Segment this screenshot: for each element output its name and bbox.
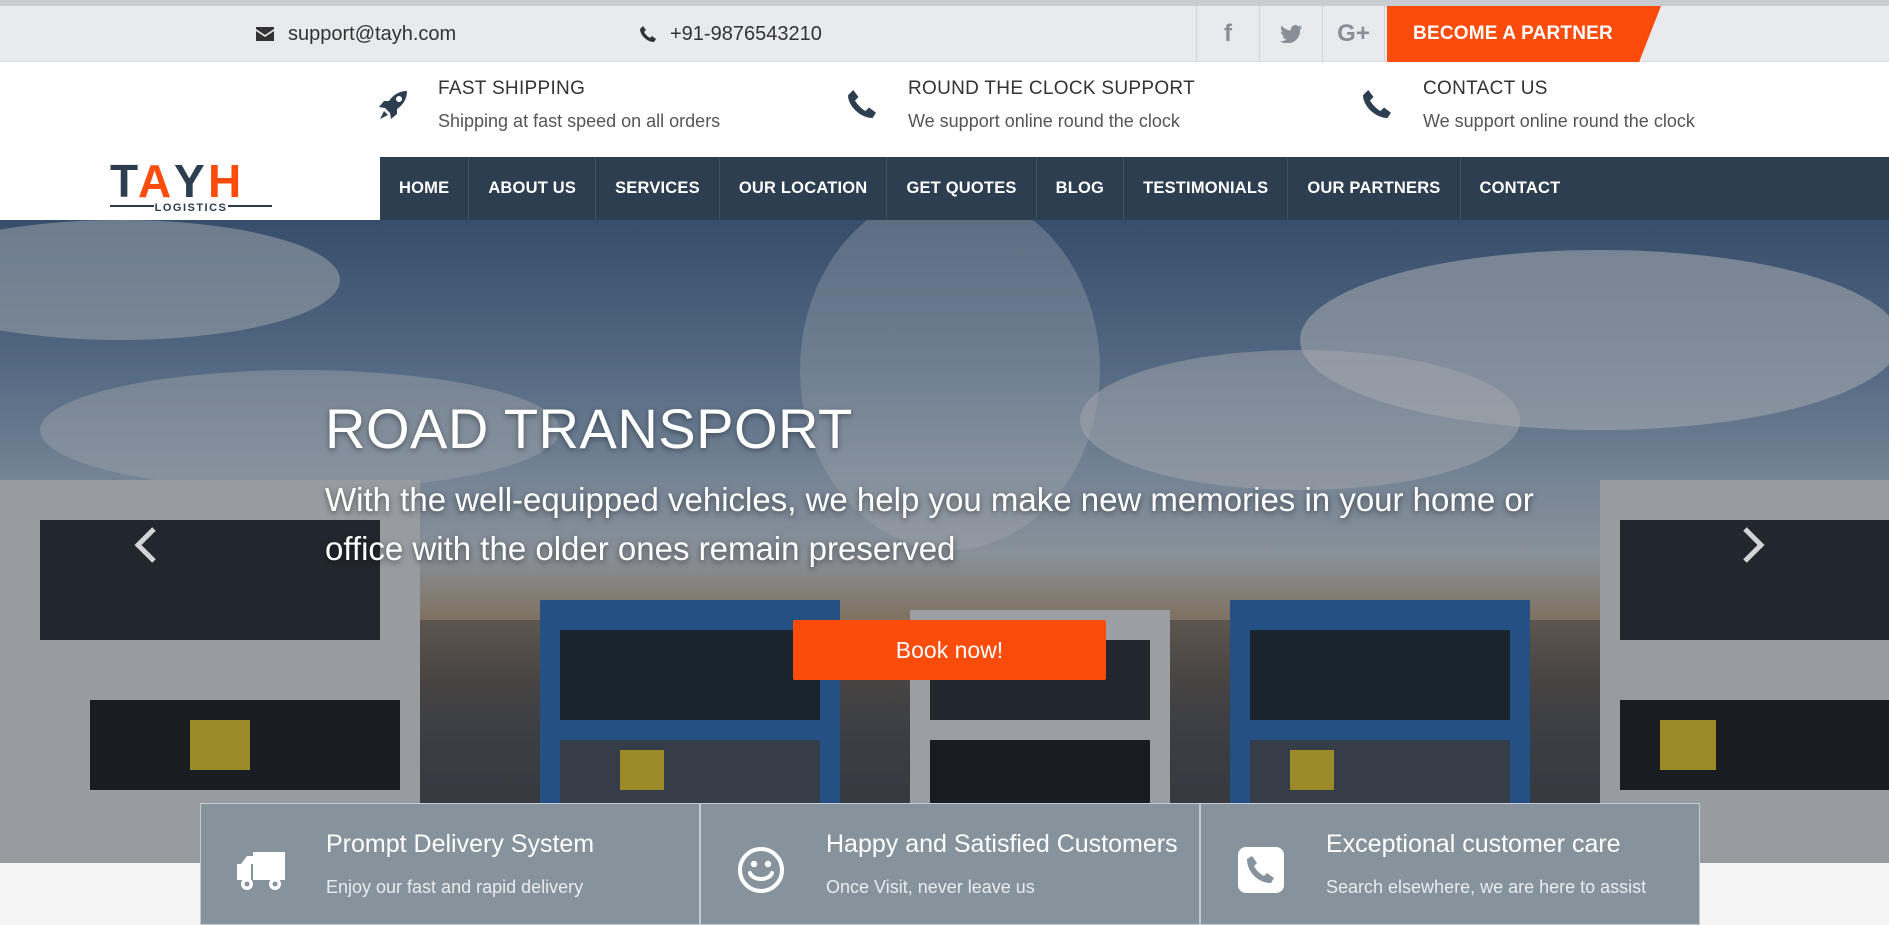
facebook-icon[interactable]: f: [1196, 6, 1259, 62]
phone-square-icon: [1231, 840, 1291, 900]
social-links: f G+: [1196, 6, 1385, 62]
info-fast-shipping: FAST SHIPPING Shipping at fast speed on …: [378, 78, 720, 132]
nav-home[interactable]: HOME: [380, 157, 470, 220]
top-bar: support@tayh.com +91-9876543210 f G+ BEC…: [0, 0, 1889, 62]
nav-services[interactable]: SERVICES: [596, 157, 720, 220]
tayh-logo[interactable]: T A Y H LOGISTICS: [108, 155, 274, 217]
svg-text:A: A: [138, 155, 170, 207]
svg-text:LOGISTICS: LOGISTICS: [155, 202, 228, 214]
hero-title: ROAD TRANSPORT: [325, 397, 853, 460]
feature-title: Prompt Delivery System: [326, 830, 595, 858]
nav-blog[interactable]: BLOG: [1037, 157, 1125, 220]
nav-get-quotes[interactable]: GET QUOTES: [887, 157, 1037, 220]
feature-text: Enjoy our fast and rapid delivery: [326, 877, 584, 897]
nav-testimonials[interactable]: TESTIMONIALS: [1124, 157, 1289, 220]
features-strip: Prompt Delivery System Enjoy our fast an…: [200, 803, 1700, 925]
chevron-right-icon: [1743, 527, 1765, 563]
info-contact: CONTACT US We support online round the c…: [1363, 78, 1695, 132]
nav-about-us[interactable]: ABOUT US: [469, 157, 597, 220]
chevron-left-icon: [134, 527, 156, 563]
feature-customer-care: Exceptional customer care Search elsewhe…: [1200, 803, 1700, 925]
feature-happy-customers: Happy and Satisfied Customers Once Visit…: [700, 803, 1200, 925]
site-header: T A Y H LOGISTICS FAST SHIPPING Shipping…: [0, 62, 1889, 220]
hero-slider: ROAD TRANSPORT With the well-equipped ve…: [0, 220, 1889, 863]
phone-icon: [640, 26, 656, 42]
phone-icon: [848, 90, 882, 124]
header-info-strip: FAST SHIPPING Shipping at fast speed on …: [0, 62, 1889, 157]
top-phone[interactable]: +91-9876543210: [640, 6, 822, 62]
svg-text:H: H: [208, 155, 239, 207]
book-now-button[interactable]: Book now!: [793, 620, 1106, 680]
envelope-icon: [256, 27, 274, 41]
info-text: We support online round the clock: [1423, 111, 1695, 131]
slider-prev-arrow[interactable]: [126, 520, 166, 570]
feature-title: Exceptional customer care: [1326, 830, 1621, 858]
feature-prompt-delivery: Prompt Delivery System Enjoy our fast an…: [200, 803, 700, 925]
smile-icon: [731, 840, 791, 900]
top-email[interactable]: support@tayh.com: [256, 6, 456, 62]
rocket-icon: [378, 90, 412, 124]
nav-our-location[interactable]: OUR LOCATION: [720, 157, 888, 220]
slider-next-arrow[interactable]: [1733, 520, 1773, 570]
info-title: CONTACT US: [1423, 78, 1548, 99]
info-title: FAST SHIPPING: [438, 78, 586, 99]
phone-icon: [1363, 90, 1397, 124]
email-text: support@tayh.com: [288, 22, 457, 45]
main-nav: HOME ABOUT US SERVICES OUR LOCATION GET …: [380, 157, 1889, 220]
info-title: ROUND THE CLOCK SUPPORT: [908, 78, 1196, 99]
info-text: Shipping at fast speed on all orders: [438, 111, 721, 131]
info-text: We support online round the clock: [908, 111, 1180, 131]
svg-text:T: T: [110, 155, 138, 207]
feature-text: Search elsewhere, we are here to assist: [1326, 877, 1647, 897]
become-partner-button[interactable]: BECOME A PARTNER: [1387, 6, 1661, 62]
hero-text: With the well-equipped vehicles, we help…: [325, 481, 1534, 567]
info-support: ROUND THE CLOCK SUPPORT We support onlin…: [848, 78, 1195, 132]
feature-text: Once Visit, never leave us: [826, 877, 1035, 897]
twitter-icon[interactable]: [1259, 6, 1322, 62]
twitter-bird-icon: [1280, 25, 1302, 43]
phone-text: +91-9876543210: [670, 22, 822, 45]
hero-caption: ROAD TRANSPORT With the well-equipped ve…: [325, 396, 1585, 573]
nav-our-partners[interactable]: OUR PARTNERS: [1288, 157, 1461, 220]
nav-contact[interactable]: CONTACT: [1461, 157, 1580, 220]
truck-icon: [231, 840, 291, 900]
google-plus-icon[interactable]: G+: [1322, 6, 1385, 62]
feature-title: Happy and Satisfied Customers: [826, 830, 1178, 858]
svg-text:Y: Y: [174, 155, 204, 207]
